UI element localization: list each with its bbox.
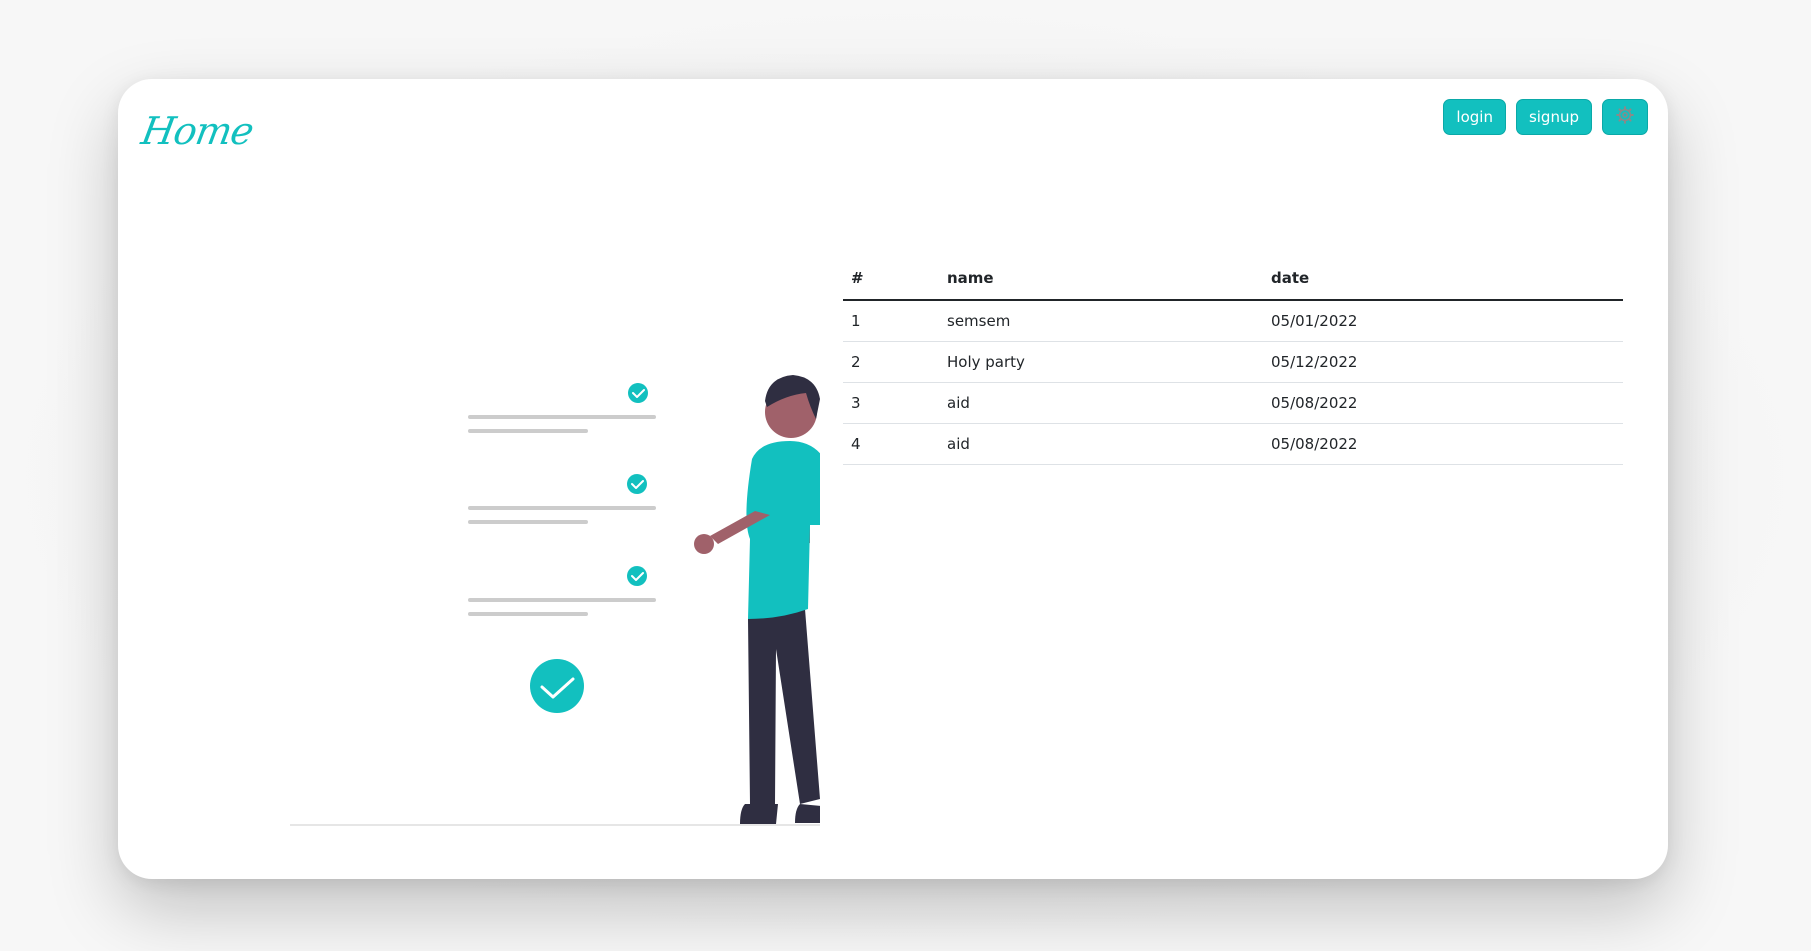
cell-index: 4 bbox=[843, 423, 939, 465]
table-row: 2 Holy party 05/12/2022 bbox=[843, 341, 1623, 383]
cell-date: 05/01/2022 bbox=[1263, 300, 1623, 342]
cell-name: aid bbox=[939, 382, 1263, 424]
main-card: Home login signup # name date 1 semsem 0… bbox=[118, 79, 1668, 879]
cell-index: 1 bbox=[843, 300, 939, 342]
header-actions: login signup bbox=[1443, 99, 1648, 135]
cell-date: 05/12/2022 bbox=[1263, 341, 1623, 383]
cell-date: 05/08/2022 bbox=[1263, 382, 1623, 424]
cell-date: 05/08/2022 bbox=[1263, 423, 1623, 465]
cell-index: 3 bbox=[843, 382, 939, 424]
page-background: Home login signup # name date 1 semsem 0… bbox=[0, 0, 1811, 951]
events-table-wrapper: # name date 1 semsem 05/01/2022 2 Holy p… bbox=[843, 257, 1623, 465]
person-figure bbox=[694, 375, 832, 824]
settings-button[interactable] bbox=[1602, 99, 1648, 135]
table-row: 3 aid 05/08/2022 bbox=[843, 382, 1623, 424]
cell-name: aid bbox=[939, 423, 1263, 465]
login-button[interactable]: login bbox=[1443, 99, 1506, 135]
brand-title: Home bbox=[138, 109, 257, 153]
signup-button[interactable]: signup bbox=[1515, 99, 1592, 135]
checklist bbox=[468, 383, 656, 713]
events-table: # name date 1 semsem 05/01/2022 2 Holy p… bbox=[843, 257, 1623, 465]
table-header-row: # name date bbox=[843, 257, 1623, 301]
checklist-illustration bbox=[220, 289, 832, 829]
table-row: 1 semsem 05/01/2022 bbox=[843, 300, 1623, 342]
cell-name: semsem bbox=[939, 300, 1263, 342]
table-row: 4 aid 05/08/2022 bbox=[843, 423, 1623, 465]
column-header-name: name bbox=[939, 257, 1263, 301]
gear-icon bbox=[1616, 106, 1634, 128]
column-header-date: date bbox=[1263, 257, 1623, 301]
column-header-index: # bbox=[843, 257, 939, 301]
cell-name: Holy party bbox=[939, 341, 1263, 383]
cell-index: 2 bbox=[843, 341, 939, 383]
